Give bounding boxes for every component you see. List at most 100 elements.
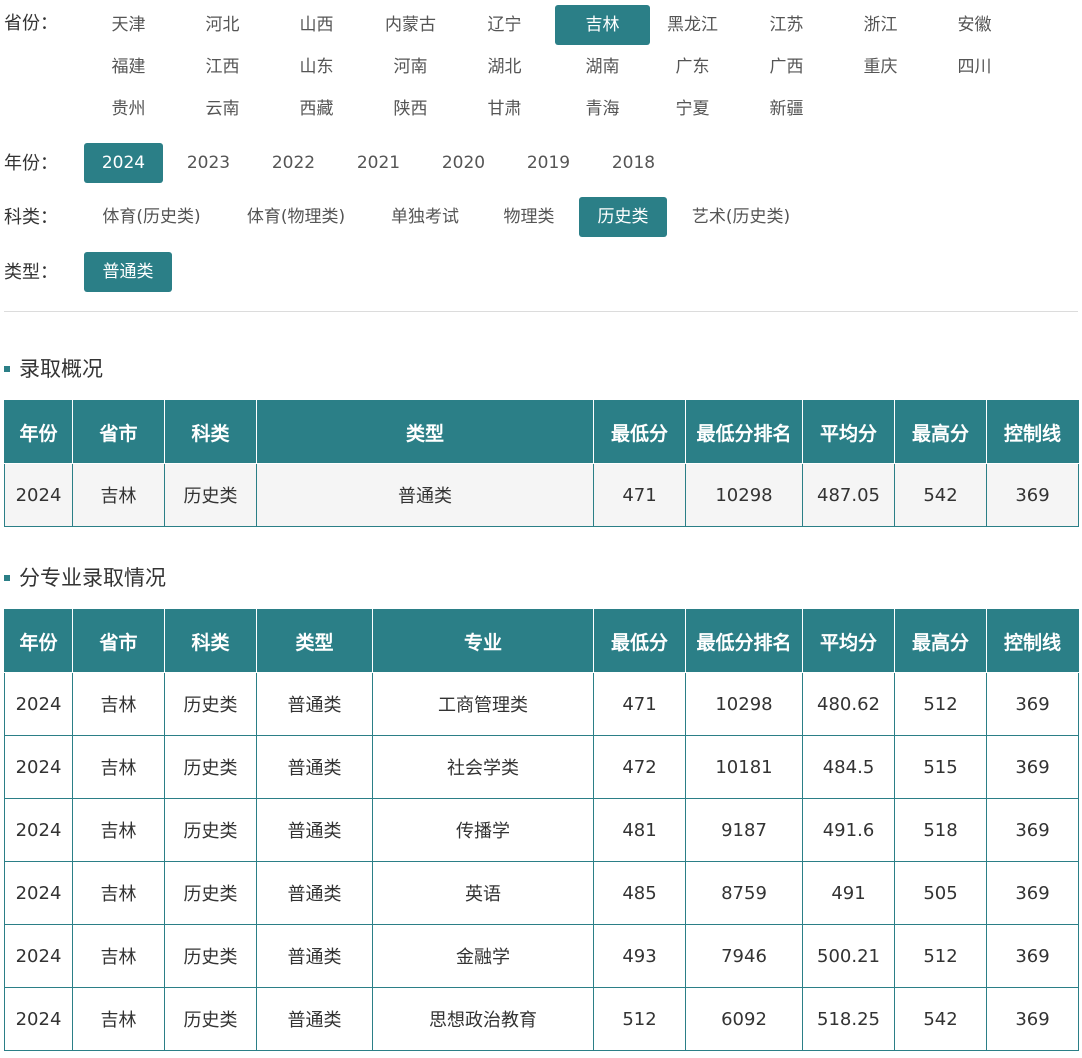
subject-option[interactable]: 艺术(历史类): [680, 197, 802, 237]
province-option[interactable]: 云南: [175, 89, 270, 129]
table-cell: 515: [894, 735, 987, 799]
table-cell: 思想政治教育: [372, 987, 594, 1051]
table-cell: 吉林: [72, 735, 165, 799]
province-option[interactable]: 西藏: [269, 89, 364, 129]
province-option[interactable]: 山西: [269, 5, 364, 45]
table-cell: 471: [593, 672, 686, 736]
province-option[interactable]: 甘肃: [457, 89, 552, 129]
subject-option[interactable]: 单独考试: [374, 197, 476, 237]
type-option[interactable]: 普通类: [84, 252, 172, 292]
column-header: 最低分排名: [685, 400, 803, 464]
table-cell: 10298: [685, 463, 803, 527]
year-option[interactable]: 2019: [509, 143, 588, 183]
table-cell: 471: [593, 463, 686, 527]
table-cell: 2024: [4, 672, 73, 736]
table-cell: 英语: [372, 861, 594, 925]
column-header: 类型: [256, 609, 373, 673]
table-cell: 369: [986, 861, 1079, 925]
column-header: 控制线: [986, 400, 1079, 464]
year-option[interactable]: 2018: [594, 143, 673, 183]
column-header: 最低分: [593, 609, 686, 673]
year-option[interactable]: 2022: [254, 143, 333, 183]
section-marker-icon: [4, 365, 10, 372]
table-cell: 历史类: [164, 924, 257, 988]
province-option[interactable]: 天津: [81, 5, 176, 45]
province-option[interactable]: 宁夏: [645, 89, 740, 129]
table-cell: 10298: [685, 672, 803, 736]
column-header: 平均分: [802, 609, 895, 673]
table-cell: 2024: [4, 463, 73, 527]
year-option[interactable]: 2024: [84, 143, 163, 183]
table-cell: 485: [593, 861, 686, 925]
table-cell: 历史类: [164, 672, 257, 736]
column-header: 最低分: [593, 400, 686, 464]
table-cell: 512: [894, 672, 987, 736]
subject-option[interactable]: 体育(历史类): [84, 197, 219, 237]
province-option[interactable]: 重庆: [833, 47, 928, 87]
table-cell: 历史类: [164, 735, 257, 799]
column-header: 类型: [256, 400, 594, 464]
province-option[interactable]: 广西: [739, 47, 834, 87]
province-option[interactable]: 黑龙江: [645, 5, 740, 45]
table-cell: 2024: [4, 861, 73, 925]
province-option[interactable]: 新疆: [739, 89, 834, 129]
year-option[interactable]: 2021: [339, 143, 418, 183]
table-cell: 369: [986, 672, 1079, 736]
table-row: 2024 吉林 历史类 普通类 工商管理类 471 10298 480.62 512 369: [4, 672, 1079, 736]
province-option[interactable]: 内蒙古: [363, 5, 458, 45]
column-header: 科类: [164, 609, 257, 673]
year-option[interactable]: 2023: [169, 143, 248, 183]
column-header: 控制线: [986, 609, 1079, 673]
province-option[interactable]: 辽宁: [457, 5, 552, 45]
province-option[interactable]: 广东: [645, 47, 740, 87]
table-cell: 历史类: [164, 987, 257, 1051]
province-option[interactable]: 福建: [81, 47, 176, 87]
table-cell: 金融学: [372, 924, 594, 988]
table-cell: 普通类: [256, 735, 373, 799]
province-option[interactable]: 吉林: [555, 5, 650, 45]
column-header: 平均分: [802, 400, 895, 464]
table-cell: 吉林: [72, 672, 165, 736]
table-cell: 吉林: [72, 987, 165, 1051]
year-option[interactable]: 2020: [424, 143, 503, 183]
subject-option[interactable]: 历史类: [579, 197, 667, 237]
table-cell: 普通类: [256, 672, 373, 736]
province-option[interactable]: 山东: [269, 47, 364, 87]
province-option[interactable]: 河北: [175, 5, 270, 45]
table-cell: 369: [986, 798, 1079, 862]
subject-option[interactable]: 体育(物理类): [232, 197, 360, 237]
province-option[interactable]: 青海: [555, 89, 650, 129]
province-option[interactable]: 陕西: [363, 89, 458, 129]
table-cell: 6092: [685, 987, 803, 1051]
table-cell: 500.21: [802, 924, 895, 988]
majors-table: 年份 省市 科类 类型 专业 最低分 最低分排名 平均分 最高分 控制线 2024 吉林 历史类 普通类…: [4, 609, 1079, 1051]
province-filter-label: 省份：: [4, 13, 58, 34]
subject-option[interactable]: 物理类: [490, 197, 568, 237]
table-cell: 369: [986, 735, 1079, 799]
table-cell: 480.62: [802, 672, 895, 736]
table-cell: 吉林: [72, 924, 165, 988]
province-option[interactable]: 浙江: [833, 5, 928, 45]
column-header: 最高分: [894, 609, 987, 673]
summary-title-text: 录取概况: [19, 357, 103, 381]
table-cell: 369: [986, 924, 1079, 988]
table-row: 2024 吉林 历史类 普通类 英语 485 8759 491 505 369: [4, 861, 1079, 925]
province-option[interactable]: 湖南: [555, 47, 650, 87]
table-cell: 369: [986, 463, 1079, 527]
table-cell: 2024: [4, 924, 73, 988]
province-option[interactable]: 贵州: [81, 89, 176, 129]
table-cell: 491.6: [802, 798, 895, 862]
summary-table: 年份 省市 科类 类型 最低分 最低分排名 平均分 最高分 控制线 2024 吉林 历史类 普通类 47…: [4, 400, 1079, 527]
province-option[interactable]: 安徽: [927, 5, 1022, 45]
table-cell: 493: [593, 924, 686, 988]
province-option[interactable]: 河南: [363, 47, 458, 87]
province-option[interactable]: 四川: [927, 47, 1022, 87]
column-header: 年份: [4, 609, 73, 673]
province-option[interactable]: 江苏: [739, 5, 834, 45]
table-cell: 542: [894, 463, 987, 527]
province-option[interactable]: 湖北: [457, 47, 552, 87]
table-cell: 369: [986, 987, 1079, 1051]
table-cell: 普通类: [256, 463, 594, 527]
province-option[interactable]: 江西: [175, 47, 270, 87]
table-cell: 484.5: [802, 735, 895, 799]
